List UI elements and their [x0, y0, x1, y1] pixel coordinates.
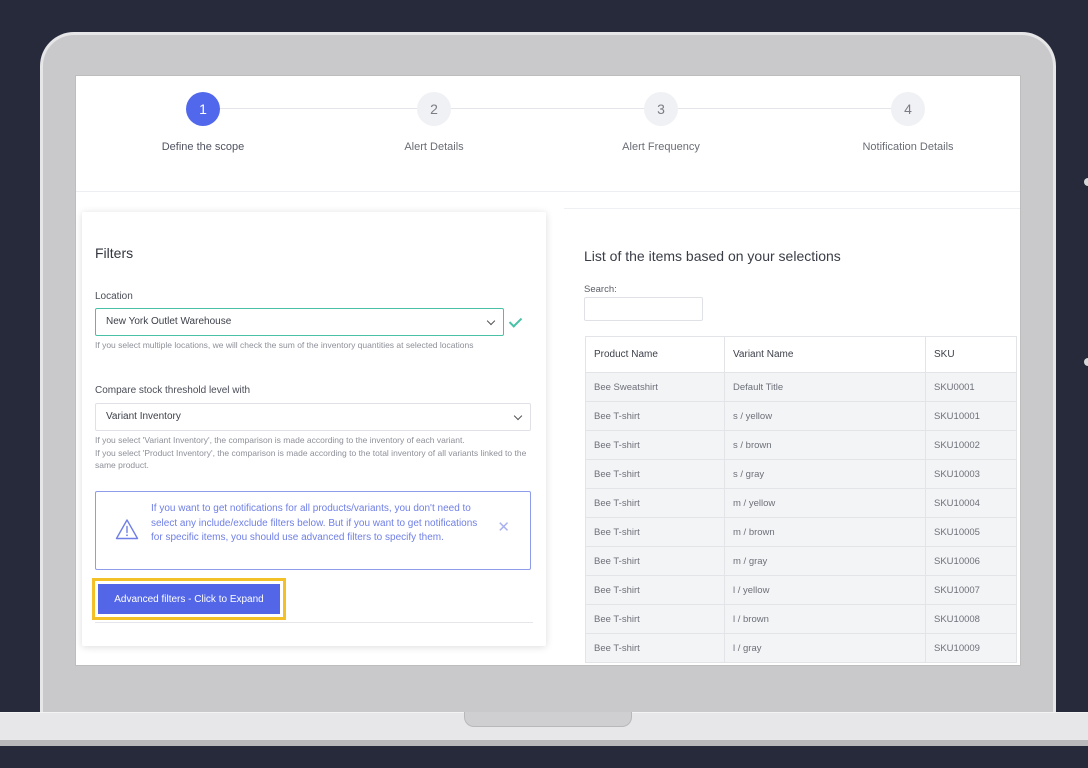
filters-card: Filters Location New York Outlet Warehou… [82, 212, 546, 646]
table-row[interactable]: Bee Sweatshirt Default Title SKU0001 [585, 372, 1017, 402]
step-alert-details[interactable]: 2 Alert Details [324, 92, 544, 153]
decorative-dot [1084, 358, 1088, 366]
product-name-cell: Bee T-shirt [585, 401, 725, 431]
step-label: Define the scope [161, 141, 245, 153]
product-name-cell: Bee T-shirt [585, 430, 725, 460]
variant-name-cell: Default Title [724, 372, 926, 402]
search-label: Search: [584, 284, 617, 295]
laptop-base-shadow [0, 740, 1088, 746]
info-alert: If you want to get notifications for all… [95, 491, 531, 570]
step-number: 2 [417, 92, 451, 126]
variant-name-cell: m / gray [724, 546, 926, 576]
list-title: List of the items based on your selectio… [584, 248, 841, 264]
items-table: Product Name Variant Name SKU Bee Sweats… [585, 336, 1017, 663]
table-row[interactable]: Bee T-shirt s / gray SKU10003 [585, 459, 1017, 489]
compare-help-text: If you select 'Variant Inventory', the c… [95, 434, 533, 472]
compare-help-line: If you select 'Product Inventory', the c… [95, 447, 527, 471]
items-list-panel: List of the items based on your selectio… [564, 208, 1020, 665]
variant-name-cell: s / brown [724, 430, 926, 460]
chevron-down-icon [513, 411, 523, 421]
step-number: 4 [891, 92, 925, 126]
laptop-notch [464, 712, 632, 727]
info-alert-text: If you want to get notifications for all… [151, 503, 478, 543]
warning-triangle-icon [115, 519, 139, 540]
sku-cell: SKU10001 [925, 401, 1017, 431]
compare-select[interactable]: Variant Inventory [95, 403, 531, 431]
check-icon [508, 314, 523, 328]
table-row[interactable]: Bee T-shirt l / yellow SKU10007 [585, 575, 1017, 605]
search-input[interactable] [584, 297, 703, 321]
product-name-cell: Bee T-shirt [585, 517, 725, 547]
table-header-row: Product Name Variant Name SKU [585, 336, 1017, 373]
sku-cell: SKU10008 [925, 604, 1017, 634]
sku-cell: SKU10004 [925, 488, 1017, 518]
table-row[interactable]: Bee T-shirt l / brown SKU10008 [585, 604, 1017, 634]
product-name-cell: Bee T-shirt [585, 633, 725, 663]
variant-name-cell: l / yellow [724, 575, 926, 605]
column-header-sku[interactable]: SKU [925, 336, 1017, 373]
items-table-body: Bee Sweatshirt Default Title SKU0001 Bee T-… [585, 372, 1017, 663]
product-name-cell: Bee T-shirt [585, 488, 725, 518]
column-header-product-name[interactable]: Product Name [585, 336, 725, 373]
variant-name-cell: s / yellow [724, 401, 926, 431]
sku-cell: SKU10002 [925, 430, 1017, 460]
app-screen: 1 Define the scope 2 Alert Details 3 Ale… [75, 75, 1021, 666]
variant-name-cell: m / yellow [724, 488, 926, 518]
column-header-variant-name[interactable]: Variant Name [724, 336, 926, 373]
step-alert-frequency[interactable]: 3 Alert Frequency [551, 92, 771, 153]
variant-name-cell: l / gray [724, 633, 926, 663]
step-notification-details[interactable]: 4 Notification Details [798, 92, 1018, 153]
step-label: Alert Details [404, 141, 464, 153]
variant-name-cell: l / brown [724, 604, 926, 634]
card-divider [95, 622, 533, 623]
filters-title: Filters [95, 245, 134, 261]
step-number: 1 [186, 92, 220, 126]
chevron-down-icon [486, 316, 496, 326]
step-number: 3 [644, 92, 678, 126]
location-label: Location [95, 291, 133, 302]
table-row[interactable]: Bee T-shirt m / brown SKU10005 [585, 517, 1017, 547]
wizard-stepper: 1 Define the scope 2 Alert Details 3 Ale… [76, 76, 1020, 192]
variant-name-cell: m / brown [724, 517, 926, 547]
table-row[interactable]: Bee T-shirt m / gray SKU10006 [585, 546, 1017, 576]
advanced-filters-highlight: Advanced filters - Click to Expand [92, 578, 286, 620]
product-name-cell: Bee T-shirt [585, 604, 725, 634]
panel-divider [564, 208, 1020, 209]
decorative-dot [1084, 178, 1088, 186]
step-label: Alert Frequency [622, 141, 700, 153]
product-name-cell: Bee T-shirt [585, 575, 725, 605]
sku-cell: SKU0001 [925, 372, 1017, 402]
sku-cell: SKU10003 [925, 459, 1017, 489]
product-name-cell: Bee Sweatshirt [585, 372, 725, 402]
product-name-cell: Bee T-shirt [585, 459, 725, 489]
table-row[interactable]: Bee T-shirt m / yellow SKU10004 [585, 488, 1017, 518]
sku-cell: SKU10005 [925, 517, 1017, 547]
table-row[interactable]: Bee T-shirt s / yellow SKU10001 [585, 401, 1017, 431]
compare-select-value: Variant Inventory [106, 411, 181, 422]
advanced-filters-button[interactable]: Advanced filters - Click to Expand [98, 584, 280, 614]
step-label: Notification Details [862, 141, 954, 153]
sku-cell: SKU10007 [925, 575, 1017, 605]
sku-cell: SKU10009 [925, 633, 1017, 663]
compare-help-line: If you select 'Variant Inventory', the c… [95, 435, 465, 445]
sku-cell: SKU10006 [925, 546, 1017, 576]
table-row[interactable]: Bee T-shirt l / gray SKU10009 [585, 633, 1017, 663]
product-name-cell: Bee T-shirt [585, 546, 725, 576]
compare-label: Compare stock threshold level with [95, 385, 251, 396]
table-row[interactable]: Bee T-shirt s / brown SKU10002 [585, 430, 1017, 460]
close-icon[interactable]: ✕ [497, 520, 510, 535]
step-define-scope[interactable]: 1 Define the scope [93, 92, 313, 153]
location-select-value: New York Outlet Warehouse [106, 316, 232, 327]
location-help-text: If you select multiple locations, we wil… [95, 340, 474, 350]
variant-name-cell: s / gray [724, 459, 926, 489]
location-select[interactable]: New York Outlet Warehouse [95, 308, 504, 336]
